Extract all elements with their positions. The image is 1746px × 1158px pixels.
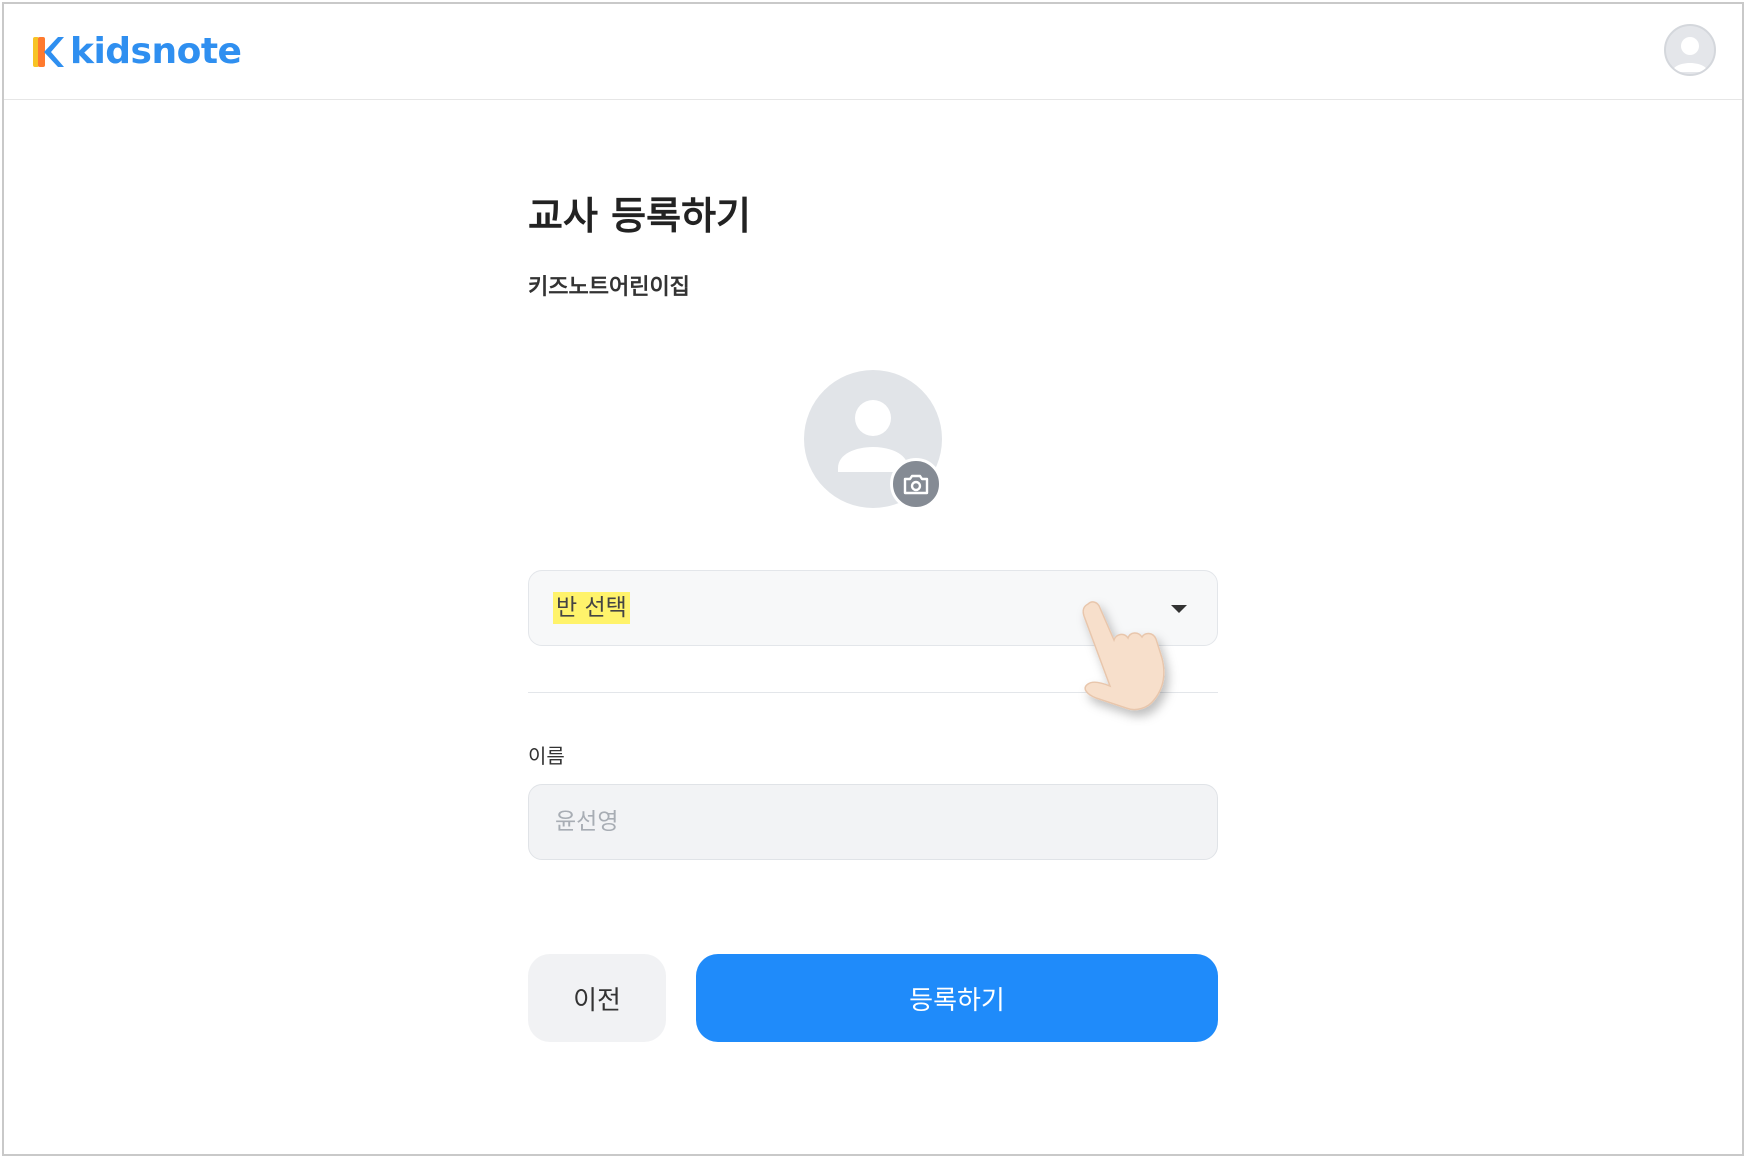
brand-name: kidsnote bbox=[70, 31, 242, 72]
camera-icon[interactable] bbox=[890, 458, 942, 510]
pointing-hand-icon bbox=[1082, 601, 1165, 711]
prev-button[interactable]: 이전 bbox=[528, 954, 666, 1042]
camera-glyph-icon bbox=[903, 474, 929, 495]
school-name: 키즈노트어린이집 bbox=[528, 275, 690, 300]
class-select-value: 반 선택 bbox=[553, 592, 630, 624]
kidsnote-logo-icon bbox=[33, 37, 64, 67]
top-header: kidsnote bbox=[4, 4, 1742, 100]
user-avatar-icon[interactable] bbox=[1664, 24, 1716, 76]
registration-form-header: 교사 등록하기 키즈노트어린이집 bbox=[528, 190, 1218, 304]
name-input[interactable] bbox=[528, 784, 1218, 860]
brand-logo[interactable]: kidsnote bbox=[32, 30, 242, 74]
submit-button[interactable]: 등록하기 bbox=[696, 954, 1218, 1042]
user-silhouette-icon bbox=[1672, 37, 1708, 72]
page-title: 교사 등록하기 bbox=[528, 194, 751, 238]
name-label: 이름 bbox=[528, 744, 565, 768]
